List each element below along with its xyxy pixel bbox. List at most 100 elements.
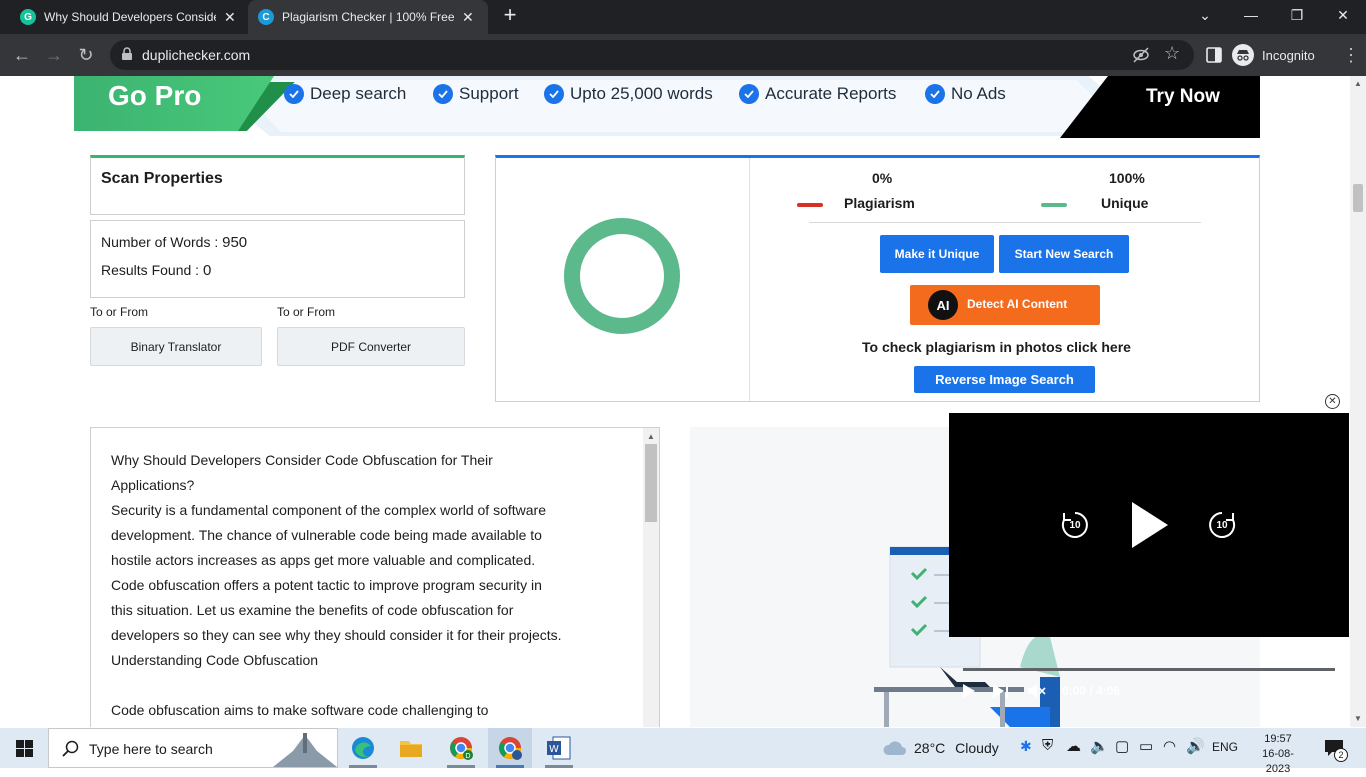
feature-item: Upto 25,000 words [544,84,713,104]
editor-line: hostile actors increases as apps get mor… [111,552,536,568]
speaker-alert-icon[interactable]: 🔈 [1090,737,1109,755]
new-tab-button[interactable]: + [498,4,522,28]
clock-date: 16-08-2023 [1262,748,1294,775]
forward-button[interactable]: → [41,42,67,68]
close-video-button[interactable]: ✕ [1325,394,1340,409]
wifi-icon[interactable]: ◠ [1163,737,1176,755]
scroll-down-arrow-icon[interactable]: ▼ [1354,714,1362,723]
start-new-search-button[interactable]: Start New Search [999,235,1129,273]
page-content: Go Pro Deep search Support Upto 25,000 w… [0,76,1350,727]
close-tab-icon[interactable]: ✕ [462,9,474,26]
tab-grammarly[interactable]: G Why Should Developers Consider ✕ [10,0,248,34]
video-player[interactable]: 10 10 0:00 / 4:06 [949,413,1349,699]
side-panel-icon[interactable] [1206,47,1222,63]
to-from-label: To or From [90,305,149,319]
incognito-indicator[interactable]: Incognito [1232,40,1315,70]
feature-item: Deep search [284,84,406,104]
page-scrollbar[interactable]: ▲ ▼ [1350,76,1366,727]
close-tab-icon[interactable]: ✕ [224,9,236,26]
close-window-button[interactable]: ✕ [1320,0,1366,30]
minimize-button[interactable]: — [1228,0,1274,30]
ai-badge-icon: AI [928,290,958,320]
scan-properties-title: Scan Properties [101,170,223,187]
make-it-unique-button[interactable]: Make it Unique [880,235,994,273]
check-icon [739,84,759,104]
windows-start-icon[interactable] [16,740,33,757]
unique-legend-swatch [1041,203,1067,207]
reload-button[interactable]: ↻ [73,42,99,68]
grammarly-icon: G [20,9,36,25]
svg-text:D: D [465,752,470,760]
chrome-profile-i-icon[interactable] [496,734,524,762]
duplichecker-icon: C [258,9,274,25]
binary-translator-button[interactable]: Binary Translator [90,327,262,366]
scroll-up-arrow-icon[interactable]: ▲ [1354,79,1362,88]
fullscreen-icon[interactable] [1319,683,1335,699]
cloud-off-icon[interactable]: ☁ [1066,737,1081,755]
language-indicator[interactable]: ENG [1212,740,1238,754]
volume-icon[interactable]: 🔊 [1186,737,1205,755]
feature-text: Support [459,84,519,103]
chrome-profile-d-icon[interactable]: D [447,734,475,762]
check-icon [925,84,945,104]
tab-duplichecker[interactable]: C Plagiarism Checker | 100% Free a ✕ [248,0,488,34]
text-input-area[interactable]: Why Should Developers Consider Code Obfu… [90,427,660,727]
result-panel: 0% Plagiarism 100% Unique Make it Unique… [495,155,1260,402]
play-large-icon[interactable] [1130,500,1170,550]
weather-temp: 28°C [914,740,946,756]
word-icon[interactable]: W [545,734,573,762]
windows-taskbar: Type here to search D W 28°C Cloudy ✱ ⛨ … [0,728,1366,775]
detect-ai-content-button[interactable]: AI Detect AI Content [910,285,1100,325]
bookmark-star-icon[interactable]: ☆ [1164,43,1180,64]
browser-toolbar: ← → ↻ duplichecker.com ☆ Incognito ⋮ [0,34,1366,76]
eye-off-icon[interactable] [1132,47,1150,63]
file-explorer-icon[interactable] [397,734,425,762]
panel-divider [749,158,750,401]
bluetooth-icon[interactable]: ✱ [1020,738,1032,755]
page-scroll-thumb[interactable] [1353,184,1363,212]
edge-icon[interactable] [349,734,377,762]
plagiarism-legend-swatch [797,203,823,207]
results-label: Results Found : [101,262,200,278]
check-icon [433,84,453,104]
feature-text: Deep search [310,84,407,103]
clock[interactable]: 19:57 16-08-2023 [1250,732,1306,777]
maximize-button[interactable]: ❐ [1274,0,1320,30]
url-text: duplichecker.com [142,47,251,63]
device-icon[interactable]: ▢ [1115,737,1129,755]
weather-widget[interactable]: 28°C Cloudy [914,740,999,756]
plagiarism-percent: 0% [872,170,893,186]
incognito-icon [1232,44,1254,66]
go-pro-banner[interactable]: Go Pro Deep search Support Upto 25,000 w… [74,76,1260,138]
pdf-converter-button[interactable]: PDF Converter [277,327,465,366]
notification-count-badge: 2 [1334,748,1348,762]
shield-icon[interactable]: ⛨ [1042,737,1053,754]
results-value: 0 [202,262,212,279]
battery-icon[interactable]: ▭ [1139,737,1153,755]
reverse-image-search-button[interactable]: Reverse Image Search [914,366,1095,393]
photos-hint-text: To check plagiarism in photos click here [862,339,1131,355]
scroll-up-arrow-icon[interactable]: ▲ [647,432,655,441]
scan-properties-header: Scan Properties [90,155,465,215]
search-placeholder: Type here to search [89,741,213,757]
donut-unique-arc [564,218,680,334]
address-bar[interactable]: duplichecker.com ☆ [110,40,1194,70]
check-icon [544,84,564,104]
feature-item: Support [433,84,519,104]
back-button[interactable]: ← [9,42,35,68]
mute-icon[interactable] [1028,683,1046,699]
tab-title: Why Should Developers Consider [44,10,216,24]
cloud-weather-icon[interactable] [882,739,908,757]
editor-scroll-thumb[interactable] [645,444,657,522]
menu-kebab-icon[interactable]: ⋮ [1338,42,1364,68]
taskbar-search-box[interactable]: Type here to search [48,728,338,768]
editor-text: Why Should Developers Consider Code Obfu… [111,448,631,723]
tab-search-chevron-icon[interactable]: ⌄ [1182,0,1228,30]
editor-scrollbar[interactable]: ▲ [643,428,659,727]
editor-line: Understanding Code Obfuscation [111,652,319,668]
next-track-icon[interactable] [993,684,1009,698]
scan-stats: Number of Words : 950 Results Found : 0 [90,220,465,298]
play-small-icon[interactable] [963,684,975,698]
video-progress-track[interactable] [963,668,1335,671]
lock-icon [122,47,132,60]
